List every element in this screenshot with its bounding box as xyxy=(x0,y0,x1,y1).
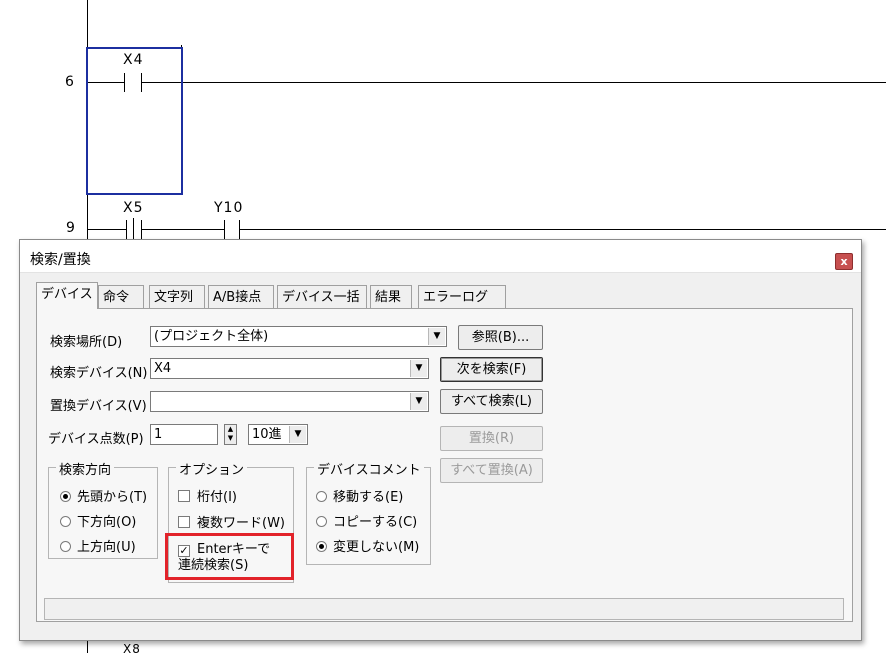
tab-instruction[interactable]: 命令 xyxy=(98,285,144,308)
step-number-6: 6 xyxy=(65,74,74,90)
radix-select[interactable]: 10進 ▼ xyxy=(248,424,308,445)
search-device-input[interactable]: X4 ▼ xyxy=(150,358,429,379)
checkbox-digit-label: 桁付(I) xyxy=(197,490,237,505)
options-title: オプション xyxy=(176,459,248,478)
browse-button[interactable]: 参照(B)... xyxy=(458,325,543,350)
tab-device-batch[interactable]: デバイス一括 xyxy=(277,285,367,308)
device-comment-title: デバイスコメント xyxy=(314,459,424,478)
search-location-select[interactable]: (プロジェクト全体) ▼ xyxy=(150,326,447,347)
search-location-value: (プロジェクト全体) xyxy=(154,329,269,344)
radio-copy-button[interactable] xyxy=(316,516,327,527)
checkbox-digit-box[interactable] xyxy=(178,490,190,502)
device-count-input[interactable]: 1 xyxy=(150,424,218,445)
rung-line-row6 xyxy=(88,82,886,83)
tab-ab-contact[interactable]: A/B接点 xyxy=(208,285,274,308)
spin-up-icon[interactable]: ▲ xyxy=(225,425,236,434)
ladder-cursor xyxy=(86,47,183,195)
replace-all-button[interactable]: すべて置換(A) xyxy=(440,458,543,483)
find-replace-dialog: 検索/置換 x デバイス 命令 文字列 A/B接点 デバイス一括 結果 エラーロ… xyxy=(19,239,862,641)
radio-no-change[interactable]: 変更しない(M) xyxy=(316,536,419,555)
search-device-value: X4 xyxy=(154,361,172,376)
replace-button[interactable]: 置換(R) xyxy=(440,426,543,451)
rung-line-row9 xyxy=(88,229,886,230)
radio-from-top-label: 先頭から(T) xyxy=(77,490,148,505)
radio-no-change-label: 変更しない(M) xyxy=(333,540,420,555)
dialog-title: 検索/置換 xyxy=(30,252,91,268)
replace-device-input[interactable]: ▼ xyxy=(150,391,429,412)
checkbox-multiword-box[interactable] xyxy=(178,516,190,528)
find-next-button[interactable]: 次を検索(F) xyxy=(440,357,543,382)
radio-no-change-button[interactable] xyxy=(316,541,327,552)
status-bar xyxy=(44,598,844,620)
radio-move-label: 移動する(E) xyxy=(333,490,404,505)
search-device-label: 検索デバイス(N) xyxy=(50,366,148,381)
tab-string[interactable]: 文字列 xyxy=(149,285,205,308)
contact-label-y10: Y10 xyxy=(214,200,244,216)
search-direction-title: 検索方向 xyxy=(56,459,115,478)
tab-result[interactable]: 結果 xyxy=(370,285,412,308)
contact-symbol-x5-mark xyxy=(133,218,134,239)
close-button[interactable]: x xyxy=(835,253,853,270)
dialog-titlebar[interactable]: 検索/置換 x xyxy=(20,240,861,273)
search-location-label: 検索場所(D) xyxy=(50,335,123,350)
radio-upward[interactable]: 上方向(U) xyxy=(60,536,136,555)
tab-device[interactable]: デバイス xyxy=(36,282,98,309)
close-icon: x xyxy=(840,255,848,268)
chevron-down-icon[interactable]: ▼ xyxy=(428,328,445,345)
checkbox-digit[interactable]: 桁付(I) xyxy=(178,486,237,505)
contact-symbol-y10 xyxy=(224,220,240,239)
radio-copy-label: コピーする(C) xyxy=(333,515,418,530)
chevron-down-icon[interactable]: ▼ xyxy=(410,393,427,410)
radio-upward-button[interactable] xyxy=(60,541,71,552)
chevron-down-icon[interactable]: ▼ xyxy=(410,360,427,377)
radio-move-button[interactable] xyxy=(316,491,327,502)
spin-down-icon[interactable]: ▼ xyxy=(225,434,236,443)
checkbox-multiword-label: 複数ワード(W) xyxy=(197,516,285,531)
radio-from-top[interactable]: 先頭から(T) xyxy=(60,486,147,505)
radio-downward-button[interactable] xyxy=(60,516,71,527)
radio-move[interactable]: 移動する(E) xyxy=(316,486,403,505)
step-number-9: 9 xyxy=(66,220,75,236)
radio-from-top-button[interactable] xyxy=(60,491,71,502)
device-count-stepper[interactable]: ▲ ▼ xyxy=(224,424,237,445)
radio-downward-label: 下方向(O) xyxy=(77,515,137,530)
chevron-down-icon[interactable]: ▼ xyxy=(289,426,306,443)
checkbox-multiword[interactable]: 複数ワード(W) xyxy=(178,512,285,531)
replace-device-label: 置換デバイス(V) xyxy=(50,399,147,414)
radio-upward-label: 上方向(U) xyxy=(77,540,136,555)
highlight-annotation-box xyxy=(165,533,294,580)
radio-downward[interactable]: 下方向(O) xyxy=(60,511,136,530)
radio-copy[interactable]: コピーする(C) xyxy=(316,511,417,530)
contact-label-x8: X8 xyxy=(123,642,141,656)
device-count-value: 1 xyxy=(154,427,163,442)
radix-value: 10進 xyxy=(252,427,282,442)
find-all-button[interactable]: すべて検索(L) xyxy=(440,389,543,414)
device-count-label: デバイス点数(P) xyxy=(48,432,144,447)
contact-label-x5: X5 xyxy=(123,200,144,216)
tab-error-log[interactable]: エラーログ xyxy=(418,285,506,308)
contact-symbol-x5 xyxy=(126,220,142,239)
